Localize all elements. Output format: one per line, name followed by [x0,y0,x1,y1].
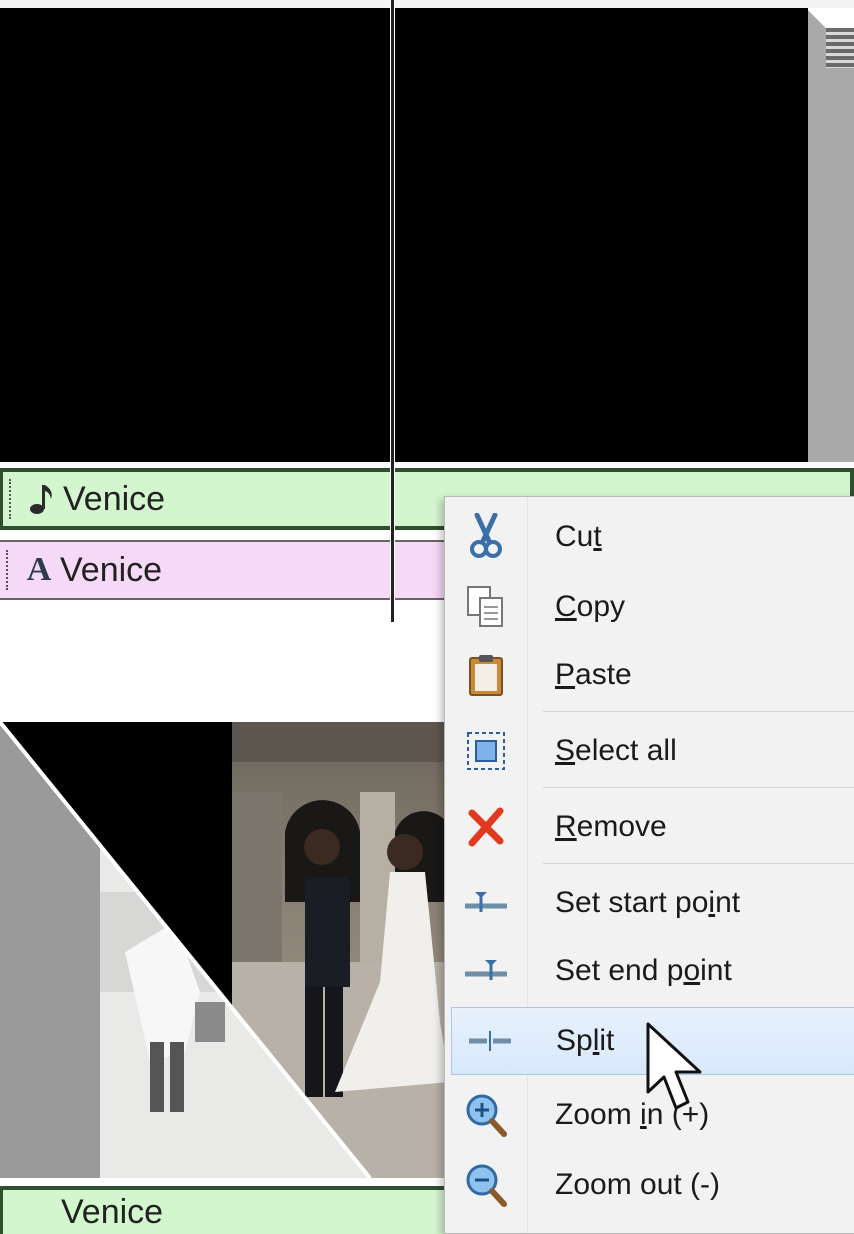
menu-item-split[interactable]: Split [451,1007,854,1075]
menu-item-label: Set start point [555,886,741,919]
set-start-point-icon [445,888,527,918]
music-note-icon [27,483,57,515]
timeline-top-strip [0,0,854,8]
menu-item-paste[interactable]: Paste [445,641,854,709]
clipboard-icon [445,653,527,697]
bottom-track-label: Venice [61,1192,164,1231]
set-end-point-icon [445,956,527,986]
video-clip-transition[interactable] [808,8,854,462]
menu-item-remove[interactable]: Remove [445,793,854,861]
menu-item-label: Cut [555,520,602,553]
track-handle[interactable] [6,550,10,590]
menu-item-label: Zoom in (+) [555,1098,710,1131]
menu-item-set-end-point[interactable]: Set end point [445,937,854,1005]
select-all-icon [445,731,527,771]
menu-separator [543,787,854,788]
menu-item-copy[interactable]: Copy [445,573,854,641]
photo-clip[interactable] [0,722,450,1178]
split-icon [452,1029,528,1053]
menu-item-select-all[interactable]: Select all [445,717,854,785]
context-menu: Cut Copy Paste Select all Remove Set sta… [444,496,854,1234]
menu-separator [543,711,854,712]
red-x-icon [445,807,527,847]
menu-item-label: Copy [555,590,626,623]
menu-separator [543,863,854,864]
track-handle[interactable] [9,479,13,519]
video-clip-black[interactable] [0,8,808,462]
menu-item-label: Zoom out (-) [555,1168,721,1201]
caption-text-icon: A [26,551,52,588]
caption-track-label: Venice [60,550,163,589]
music-track-label: Venice [63,479,166,518]
zoom-in-icon [445,1092,527,1138]
menu-item-label: Remove [555,810,667,843]
zoom-out-icon [445,1162,527,1208]
scissors-icon [445,513,527,561]
menu-item-label: Set end point [555,954,732,987]
menu-item-cut[interactable]: Cut [445,503,854,571]
clip-thumbnail-corner [826,28,854,68]
menu-item-zoom-in[interactable]: Zoom in (+) [445,1081,854,1149]
copy-icon [445,585,527,629]
menu-item-zoom-out[interactable]: Zoom out (-) [445,1151,854,1219]
menu-item-label: Paste [555,658,632,691]
menu-item-set-start-point[interactable]: Set start point [445,869,854,937]
menu-item-label: Select all [555,734,677,767]
menu-item-label: Split [556,1024,615,1057]
